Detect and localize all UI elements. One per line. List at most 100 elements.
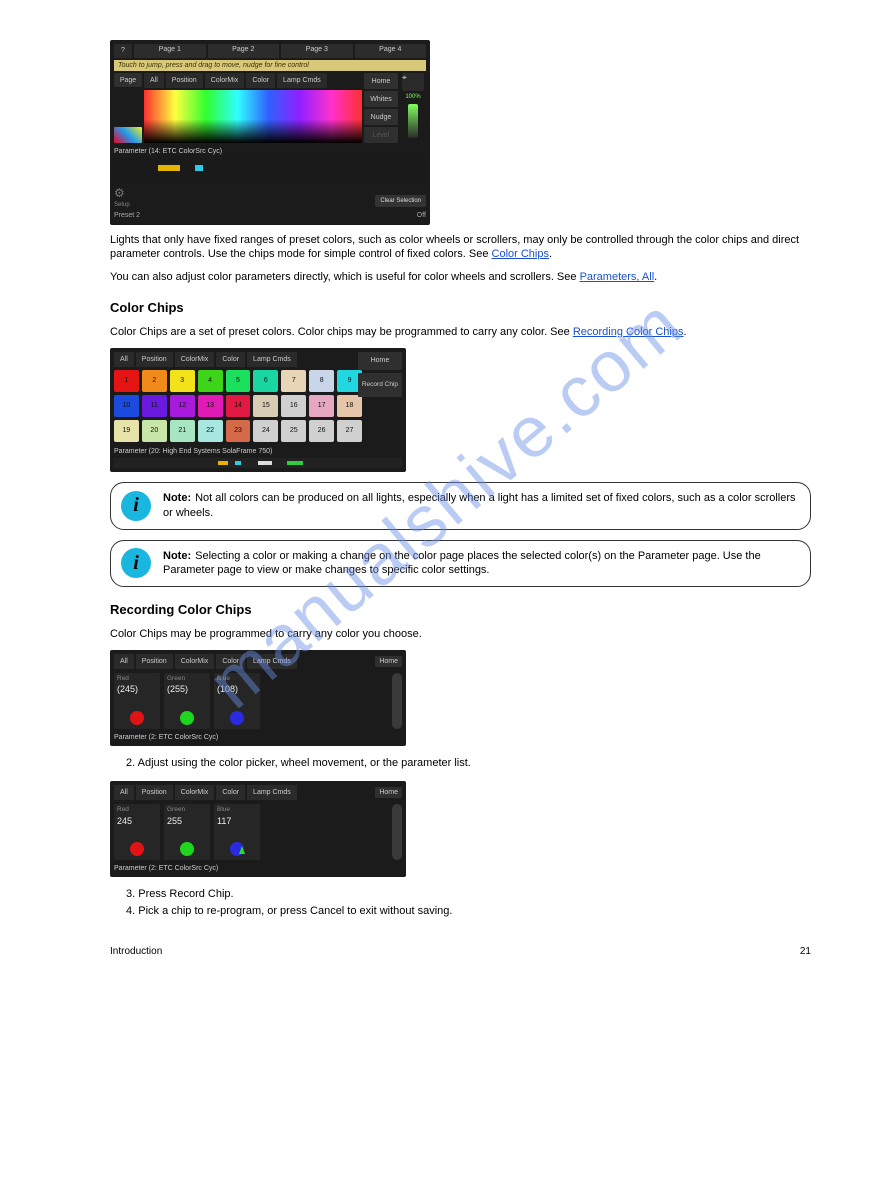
body-paragraph: You can also adjust color parameters dir… [110,270,811,285]
step-3: 3. Press Record Chip. [126,887,811,902]
tab-color[interactable]: Color [216,352,245,367]
recording-color-chips-link[interactable]: Recording Color Chips [573,326,684,338]
channel-track[interactable] [114,159,426,181]
param-red[interactable]: Red 245 [114,804,160,860]
arrow-up-icon [239,846,245,854]
note-text: Selecting a color or making a change on … [163,550,761,577]
color-chip-15[interactable]: 15 [253,395,278,417]
color-chip-22[interactable]: 22 [198,420,223,442]
tab-all[interactable]: All [114,654,134,669]
tab-position[interactable]: Position [136,352,173,367]
scrollbar[interactable] [392,673,402,729]
level-bar[interactable] [408,104,418,138]
page-tab-1[interactable]: Page 1 [134,44,206,58]
param-green[interactable]: Green (255) [164,673,210,729]
scrollbar[interactable] [392,804,402,860]
color-chip-19[interactable]: 19 [114,420,139,442]
tab-colormix[interactable]: ColorMix [175,654,215,669]
color-chip-21[interactable]: 21 [170,420,195,442]
color-chip-26[interactable]: 26 [309,420,334,442]
color-chip-1[interactable]: 1 [114,370,139,392]
home-button[interactable]: Home [375,656,402,667]
page-tab-2[interactable]: Page 2 [208,44,280,58]
color-wheel-icon[interactable] [114,127,142,143]
level-button[interactable]: Level [364,127,398,143]
color-chip-12[interactable]: 12 [170,395,195,417]
tab-position[interactable]: Position [166,73,203,88]
param-label: Green [167,806,207,815]
color-chip-14[interactable]: 14 [226,395,251,417]
color-chip-6[interactable]: 6 [253,370,278,392]
level-percent: 100% [405,93,420,101]
color-chip-4[interactable]: 4 [198,370,223,392]
color-chip-7[interactable]: 7 [281,370,306,392]
tab-color[interactable]: Color [246,73,275,88]
body-paragraph: Color Chips are a set of preset colors. … [110,325,811,340]
tab-lamp-cmds[interactable]: Lamp Cmds [247,654,297,669]
param-green[interactable]: Green 255 [164,804,210,860]
page-tab-4[interactable]: Page 4 [355,44,427,58]
home-button[interactable]: Home [364,73,398,89]
color-chip-16[interactable]: 16 [281,395,306,417]
tab-color[interactable]: Color [216,785,245,800]
page-tab-3[interactable]: Page 3 [281,44,353,58]
tab-lamp-cmds[interactable]: Lamp Cmds [277,73,327,88]
tab-colormix[interactable]: ColorMix [205,73,245,88]
tab-all[interactable]: All [114,352,134,367]
tab-colormix[interactable]: ColorMix [175,785,215,800]
param-value: (245) [117,683,157,695]
nudge-button[interactable]: Nudge [364,109,398,125]
param-value: 245 [117,815,157,827]
color-chip-25[interactable]: 25 [281,420,306,442]
screenshot-parameter-after: All Position ColorMix Color Lamp Cmds Ho… [110,781,406,877]
tab-colormix[interactable]: ColorMix [175,352,215,367]
home-button[interactable]: Home [375,787,402,798]
color-chip-24[interactable]: 24 [253,420,278,442]
note-label: Note: [163,492,191,504]
color-chip-13[interactable]: 13 [198,395,223,417]
color-chip-3[interactable]: 3 [170,370,195,392]
color-chip-10[interactable]: 10 [114,395,139,417]
color-dot [230,711,244,725]
tab-all[interactable]: All [144,73,164,88]
color-chip-23[interactable]: 23 [226,420,251,442]
param-value: 117 [217,815,257,827]
target-icon[interactable]: ⌖ [402,73,424,91]
tab-lamp-cmds[interactable]: Lamp Cmds [247,352,297,367]
param-label: Red [117,806,157,815]
parameters-all-link[interactable]: Parameters, All [580,271,655,283]
tab-position[interactable]: Position [136,654,173,669]
clear-selection-button[interactable]: Clear Selection [375,195,426,208]
color-chip-18[interactable]: 18 [337,395,362,417]
body-paragraph: Lights that only have fixed ranges of pr… [110,233,811,263]
color-chip-5[interactable]: 5 [226,370,251,392]
info-note: i Note:Not all colors can be produced on… [110,482,811,530]
color-chip-17[interactable]: 17 [309,395,334,417]
color-chip-2[interactable]: 2 [142,370,167,392]
help-button[interactable]: ? [114,44,132,58]
color-chips-link[interactable]: Color Chips [492,248,549,260]
param-blue[interactable]: Blue (108) [214,673,260,729]
page-button[interactable]: Page [114,73,142,87]
parameter-label: Parameter (2: ETC ColorSrc Cyc) [114,864,402,873]
color-chip-20[interactable]: 20 [142,420,167,442]
param-label: Blue [217,675,257,684]
record-chip-button[interactable]: Record Chip [358,373,402,397]
preset-label: Preset 2 [114,211,140,220]
color-spectrum[interactable] [144,90,362,143]
tab-lamp-cmds[interactable]: Lamp Cmds [247,785,297,800]
tab-color[interactable]: Color [216,654,245,669]
color-chip-27[interactable]: 27 [337,420,362,442]
color-chip-8[interactable]: 8 [309,370,334,392]
whites-button[interactable]: Whites [364,91,398,107]
parameter-label: Parameter (2: ETC ColorSrc Cyc) [114,733,402,742]
param-red[interactable]: Red (245) [114,673,160,729]
tab-all[interactable]: All [114,785,134,800]
tab-position[interactable]: Position [136,785,173,800]
color-chip-11[interactable]: 11 [142,395,167,417]
param-blue[interactable]: Blue 117 [214,804,260,860]
gear-icon[interactable]: ⚙ [114,185,140,201]
info-note: i Note:Selecting a color or making a cha… [110,540,811,588]
home-button[interactable]: Home [358,352,402,370]
channel-ruler [114,458,402,468]
